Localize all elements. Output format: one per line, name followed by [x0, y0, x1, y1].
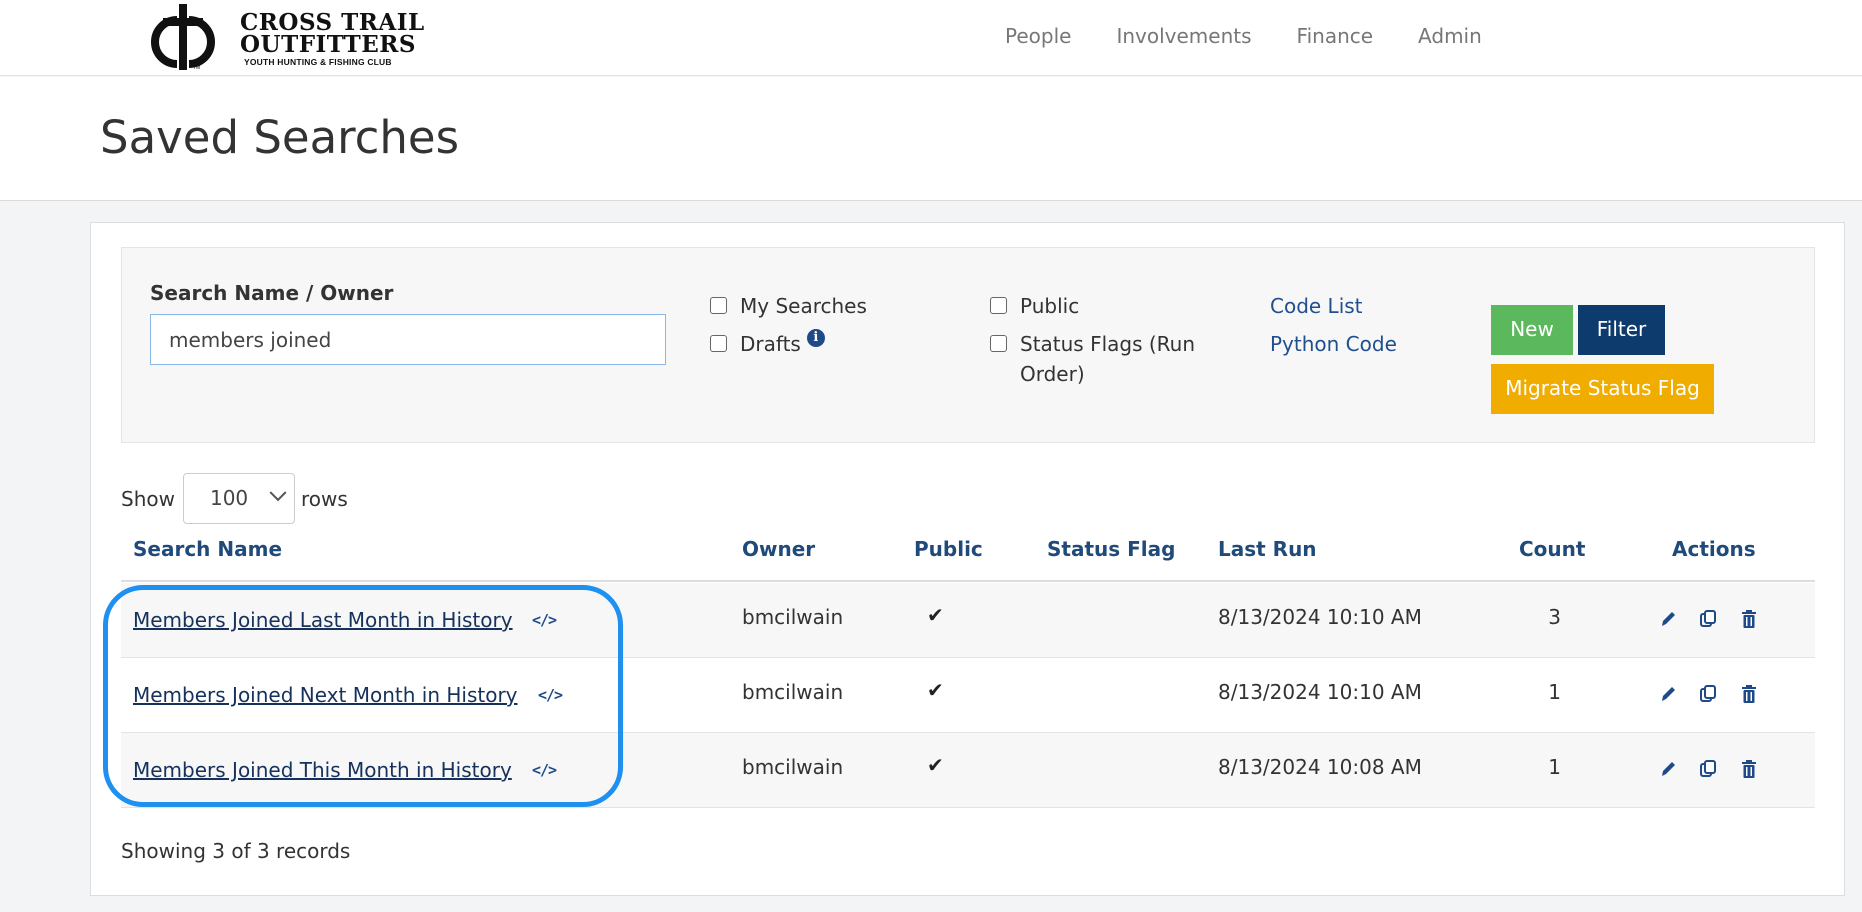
edit-pencil-icon[interactable]	[1659, 759, 1677, 779]
drafts-checkbox-box[interactable]	[710, 335, 727, 352]
brand-wordmark: CROSS TRAIL OUTFITTERS YOUTH HUNTING & F…	[240, 11, 425, 67]
trash-icon[interactable]	[1740, 759, 1758, 779]
trash-icon[interactable]	[1740, 609, 1758, 629]
rows-label: rows	[300, 486, 348, 511]
my-searches-checkbox[interactable]: My Searches	[710, 291, 867, 321]
column-header-owner[interactable]: Owner	[742, 537, 815, 561]
public-label: Public	[1020, 294, 1080, 318]
search-name-link[interactable]: Members Joined Last Month in History	[133, 608, 513, 632]
drafts-label: Drafts	[740, 332, 801, 356]
show-label: Show	[121, 486, 175, 511]
new-button[interactable]: New	[1491, 305, 1573, 355]
duplicate-icon[interactable]	[1699, 684, 1717, 704]
public-check-icon: ✔	[927, 678, 944, 702]
table-row: Members Joined This Month in History </>…	[121, 733, 1815, 808]
code-icon[interactable]: </>	[532, 611, 557, 629]
column-header-count[interactable]: Count	[1519, 537, 1585, 561]
nav-item-involvements[interactable]: Involvements	[1116, 24, 1251, 48]
duplicate-icon[interactable]	[1699, 609, 1717, 629]
saved-searches-card: Search Name / Owner My Searches Drafts i…	[90, 222, 1845, 896]
main-nav: People Involvements Finance Admin	[1005, 24, 1527, 48]
column-header-actions: Actions	[1672, 537, 1756, 561]
cross-trail-logo-icon: TM	[151, 4, 215, 70]
page-header: Saved Searches	[0, 77, 1862, 201]
python-code-link[interactable]: Python Code	[1270, 332, 1397, 356]
last-run-cell: 8/13/2024 10:08 AM	[1218, 755, 1422, 779]
public-check-icon: ✔	[927, 753, 944, 777]
code-list-link[interactable]: Code List	[1270, 294, 1363, 318]
nav-item-admin[interactable]: Admin	[1418, 24, 1482, 48]
owner-cell: bmcilwain	[742, 605, 844, 629]
migrate-status-flag-button[interactable]: Migrate Status Flag	[1491, 364, 1714, 414]
column-header-status-flag[interactable]: Status Flag	[1047, 537, 1175, 561]
count-cell: 3	[1548, 605, 1561, 629]
public-checkbox[interactable]: Public	[990, 291, 1079, 321]
owner-cell: bmcilwain	[742, 755, 844, 779]
count-cell: 1	[1548, 680, 1561, 704]
table-header: Search Name Owner Public Status Flag Las…	[121, 537, 1815, 582]
brand-tagline: YOUTH HUNTING & FISHING CLUB	[244, 57, 392, 67]
rows-per-page-value: 100	[209, 486, 249, 510]
info-icon[interactable]: i	[806, 329, 825, 347]
column-header-public[interactable]: Public	[914, 537, 983, 561]
page-title: Saved Searches	[100, 111, 460, 164]
owner-cell: bmcilwain	[742, 680, 844, 704]
code-icon[interactable]: </>	[538, 686, 563, 704]
table-row: Members Joined Last Month in History </>…	[121, 583, 1815, 658]
status-flags-label: Status Flags (Run Order)	[1020, 332, 1196, 386]
duplicate-icon[interactable]	[1699, 759, 1717, 779]
table-row: Members Joined Next Month in History </>…	[121, 658, 1815, 733]
search-name-link[interactable]: Members Joined This Month in History	[133, 758, 512, 782]
filter-button[interactable]: Filter	[1578, 305, 1665, 355]
status-flags-checkbox-box[interactable]	[990, 335, 1007, 352]
last-run-cell: 8/13/2024 10:10 AM	[1218, 605, 1422, 629]
brand-line-2: OUTFITTERS	[240, 31, 416, 58]
column-header-search-name[interactable]: Search Name	[133, 537, 282, 561]
column-header-last-run[interactable]: Last Run	[1218, 537, 1317, 561]
my-searches-checkbox-box[interactable]	[710, 297, 727, 314]
public-check-icon: ✔	[927, 603, 944, 627]
edit-pencil-icon[interactable]	[1659, 609, 1677, 629]
edit-pencil-icon[interactable]	[1659, 684, 1677, 704]
rows-per-page-control: Show 100 rows	[121, 473, 348, 524]
public-checkbox-box[interactable]	[990, 297, 1007, 314]
drafts-checkbox[interactable]: Drafts i	[710, 329, 825, 359]
top-navbar: TM CROSS TRAIL OUTFITTERS YOUTH HUNTING …	[0, 0, 1862, 76]
status-flags-checkbox[interactable]: Status Flags (Run Order)	[990, 329, 1210, 389]
trash-icon[interactable]	[1740, 684, 1758, 704]
my-searches-label: My Searches	[740, 294, 867, 318]
search-name-owner-label: Search Name / Owner	[150, 281, 394, 305]
search-name-owner-input[interactable]	[150, 314, 666, 365]
code-icon[interactable]: </>	[532, 761, 557, 779]
svg-text:TM: TM	[193, 65, 200, 70]
nav-item-finance[interactable]: Finance	[1297, 24, 1374, 48]
count-cell: 1	[1548, 755, 1561, 779]
chevron-down-icon	[269, 484, 287, 502]
rows-per-page-select[interactable]: 100	[182, 473, 295, 524]
records-summary: Showing 3 of 3 records	[121, 839, 351, 863]
last-run-cell: 8/13/2024 10:10 AM	[1218, 680, 1422, 704]
search-name-link[interactable]: Members Joined Next Month in History	[133, 683, 518, 707]
nav-item-people[interactable]: People	[1005, 24, 1071, 48]
filter-panel: Search Name / Owner My Searches Drafts i…	[121, 247, 1815, 443]
brand-logo[interactable]: TM CROSS TRAIL OUTFITTERS YOUTH HUNTING …	[133, 2, 425, 70]
